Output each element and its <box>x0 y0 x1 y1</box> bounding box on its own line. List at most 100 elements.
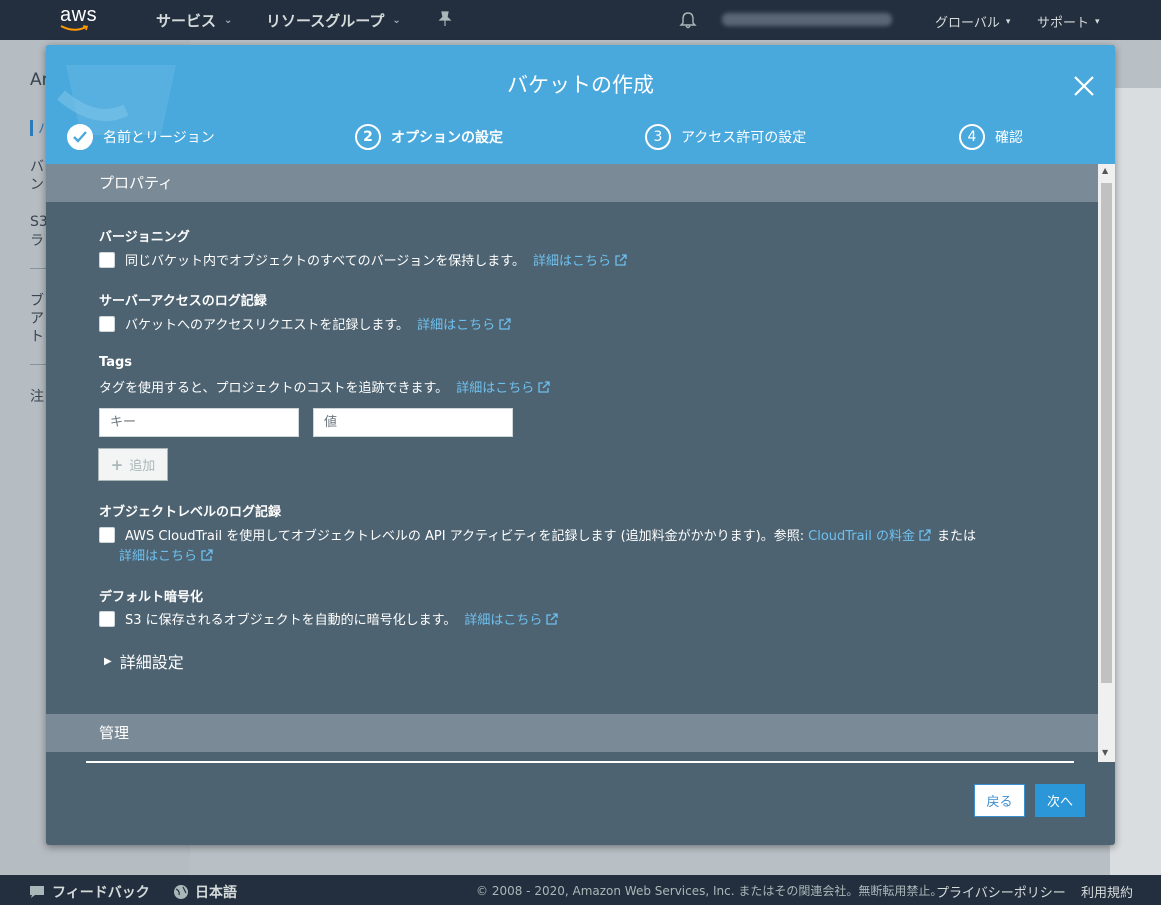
access-log-title: サーバーアクセスのログ記録 <box>99 294 267 309</box>
sidebar-text: 注 <box>30 389 44 405</box>
copyright-text: © 2008 - 2020, Amazon Web Services, Inc.… <box>476 884 943 898</box>
pin-icon[interactable] <box>438 11 452 27</box>
external-link-icon <box>499 317 511 330</box>
resource-groups-menu[interactable]: リソースグループ ⌄ <box>266 10 401 31</box>
region-label: グローバル <box>935 16 1000 31</box>
region-menu[interactable]: グローバル ▾ <box>935 12 1010 31</box>
step-review: 4 確認 <box>959 124 1023 150</box>
step-number: 3 <box>645 124 671 150</box>
bell-icon[interactable] <box>679 11 697 29</box>
tag-key-input[interactable]: キー <box>99 408 299 437</box>
sidebar-text: ト <box>30 329 44 345</box>
sidebar-text: ア <box>30 311 44 327</box>
footer-divider <box>86 761 1074 763</box>
step-options: 2 オプションの設定 <box>355 124 503 150</box>
encryption-checkbox[interactable] <box>99 610 115 627</box>
object-log-description: AWS CloudTrail を使用してオブジェクトレベルの API アクティビ… <box>125 529 805 544</box>
access-log-checkbox[interactable] <box>99 315 115 332</box>
services-menu[interactable]: サービス ⌄ <box>156 10 232 31</box>
access-log-description: バケットへのアクセスリクエストを記録します。 <box>125 318 410 333</box>
sidebar-accent <box>30 120 33 136</box>
versioning-description: 同じバケット内でオブジェクトのすべてのバージョンを保持します。 <box>125 254 526 269</box>
external-link-icon <box>615 253 627 266</box>
next-button[interactable]: 次へ <box>1035 784 1085 817</box>
tags-description: タグを使用すると、プロジェクトのコストを追跡できます。 <box>99 381 449 396</box>
support-menu[interactable]: サポート ▾ <box>1037 12 1100 31</box>
scroll-down-icon[interactable]: ▼ <box>1102 748 1108 757</box>
add-tag-label: 追加 <box>129 459 156 474</box>
step-label: 確認 <box>995 130 1023 146</box>
chevron-down-icon: ▾ <box>1005 16 1011 27</box>
step-name-region: 名前とリージョン <box>67 124 215 150</box>
sidebar-text: ブ <box>30 293 44 309</box>
versioning-learn-more-link[interactable]: 詳細はこちら <box>533 250 627 269</box>
modal-title: バケットの作成 <box>507 73 654 97</box>
cloudtrail-pricing-link[interactable]: CloudTrail の料金 <box>808 525 931 544</box>
versioning-title: バージョニング <box>99 230 190 245</box>
access-log-learn-more-link[interactable]: 詳細はこちら <box>417 314 511 333</box>
external-link-icon <box>538 380 550 393</box>
encryption-learn-more-link[interactable]: 詳細はこちら <box>464 609 559 628</box>
versioning-row: 同じバケット内でオブジェクトのすべてのバージョンを保持します。 詳細はこちら <box>99 250 627 269</box>
feedback-link[interactable]: フィードバック <box>28 882 150 902</box>
tag-value-input[interactable]: 値 <box>313 408 513 437</box>
link-text: CloudTrail の料金 <box>808 529 915 544</box>
or-text: または <box>936 529 976 544</box>
advanced-settings-toggle[interactable]: ▶ 詳細設定 <box>104 649 184 673</box>
services-label: サービス <box>156 12 217 30</box>
sidebar-text: バ <box>30 159 44 175</box>
globe-icon <box>174 885 188 899</box>
management-title: 管理 <box>99 724 130 742</box>
tags-row: タグを使用すると、プロジェクトのコストを追跡できます。 詳細はこちら <box>99 377 550 396</box>
back-button[interactable]: 戻る <box>974 784 1025 817</box>
close-icon[interactable] <box>1071 73 1097 99</box>
link-text: 詳細はこちら <box>417 318 496 333</box>
scrollbar-thumb[interactable] <box>1101 183 1112 683</box>
step-label: アクセス許可の設定 <box>681 130 807 146</box>
chevron-down-icon: ⌄ <box>224 15 233 26</box>
object-log-learn-more-link[interactable]: 詳細はこちら <box>119 545 213 564</box>
step-number: 2 <box>355 124 381 150</box>
caret-right-icon: ▶ <box>104 655 112 667</box>
aws-logo[interactable]: aws <box>60 4 104 36</box>
modal-header: バケットの作成 名前とリージョン 2 オプションの設定 3 アクセス許可の設定 … <box>46 45 1115 164</box>
step-label: 名前とリージョン <box>103 130 215 146</box>
step-number: 4 <box>959 124 985 150</box>
external-link-icon <box>201 548 213 561</box>
feedback-label: フィードバック <box>52 885 150 901</box>
versioning-checkbox[interactable] <box>99 251 115 268</box>
tags-learn-more-link[interactable]: 詳細はこちら <box>456 377 550 396</box>
properties-section-header[interactable]: プロパティ <box>46 164 1098 202</box>
link-text: 詳細はこちら <box>533 254 612 269</box>
resource-groups-label: リソースグループ <box>266 12 385 30</box>
add-tag-button[interactable]: + 追加 <box>98 448 168 481</box>
aws-logo-text: aws <box>60 4 98 26</box>
encryption-row: S3 に保存されるオブジェクトを自動的に暗号化します。 詳細はこちら <box>99 609 559 628</box>
object-log-row: AWS CloudTrail を使用してオブジェクトレベルの API アクティビ… <box>99 525 976 544</box>
check-icon <box>67 124 93 150</box>
management-section-header[interactable]: 管理 <box>46 714 1098 752</box>
link-text: 詳細はこちら <box>456 381 535 396</box>
terms-link[interactable]: 利用規約 <box>1081 882 1133 901</box>
object-log-title: オブジェクトレベルのログ記録 <box>99 505 282 520</box>
scroll-up-icon[interactable]: ▲ <box>1102 166 1108 175</box>
background-panel <box>1110 88 1161 875</box>
account-name-blurred[interactable] <box>722 13 892 26</box>
page-footer: フィードバック 日本語 © 2008 - 2020, Amazon Web Se… <box>0 875 1161 905</box>
top-navigation: aws サービス ⌄ リソースグループ ⌄ グローバル ▾ サポート ▾ <box>0 0 1161 40</box>
speech-bubble-icon <box>30 886 44 898</box>
create-bucket-modal: バケットの作成 名前とリージョン 2 オプションの設定 3 アクセス許可の設定 … <box>46 45 1115 845</box>
object-log-checkbox[interactable] <box>99 526 115 543</box>
link-text: 詳細はこちら <box>119 549 198 564</box>
step-permissions: 3 アクセス許可の設定 <box>645 124 806 150</box>
properties-title: プロパティ <box>99 174 174 192</box>
chevron-down-icon: ⌄ <box>392 15 401 26</box>
language-selector[interactable]: 日本語 <box>173 882 237 902</box>
advanced-settings-label: 詳細設定 <box>119 653 184 672</box>
link-text: 詳細はこちら <box>464 613 543 628</box>
support-label: サポート <box>1037 16 1090 31</box>
external-link-icon <box>546 612 559 625</box>
sidebar-text: ラ <box>30 233 44 249</box>
privacy-policy-link[interactable]: プライバシーポリシー <box>936 882 1066 901</box>
tags-title: Tags <box>99 355 133 370</box>
